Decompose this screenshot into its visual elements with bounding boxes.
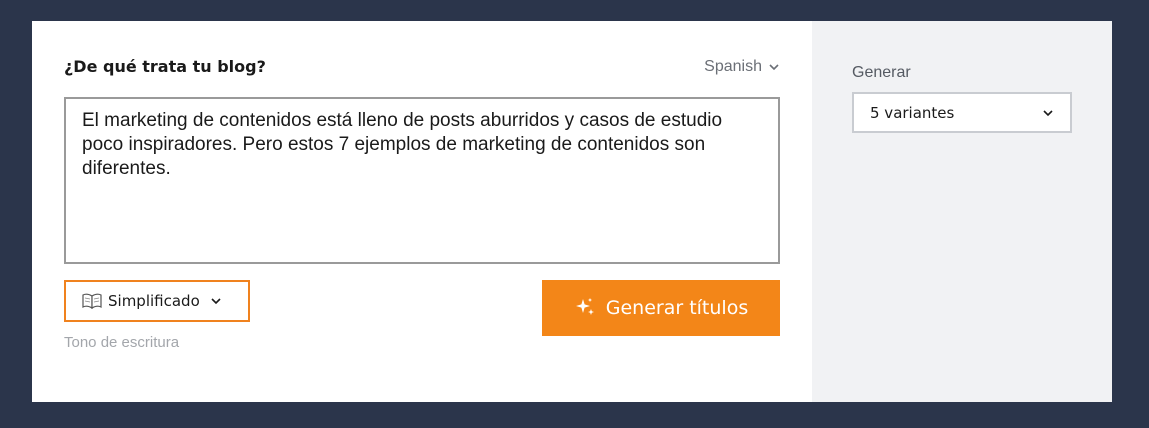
sidebar-panel: Generar 5 variantes	[812, 21, 1112, 402]
generate-titles-label: Generar títulos	[605, 297, 749, 319]
variants-value: 5 variantes	[870, 103, 955, 122]
sparkles-icon	[574, 297, 596, 319]
blog-topic-question: ¿De qué trata tu blog?	[64, 57, 266, 76]
chevron-down-icon	[768, 61, 780, 73]
blog-topic-input[interactable]: El marketing de contenidos está lleno de…	[64, 97, 780, 264]
variants-select[interactable]: 5 variantes	[852, 92, 1072, 133]
tone-selector[interactable]: Simplificado	[64, 280, 250, 322]
generate-titles-button[interactable]: Generar títulos	[542, 280, 780, 336]
language-value: Spanish	[704, 58, 762, 75]
main-panel: ¿De qué trata tu blog? Spanish El market…	[32, 21, 812, 402]
tone-value: Simplificado	[108, 292, 200, 310]
chevron-down-icon	[1042, 107, 1054, 119]
title-generator-card: ¿De qué trata tu blog? Spanish El market…	[32, 21, 1112, 402]
book-icon	[82, 293, 102, 309]
tone-label: Tono de escritura	[64, 334, 180, 351]
language-selector[interactable]: Spanish	[704, 58, 780, 76]
chevron-down-icon	[210, 295, 222, 307]
generate-label: Generar	[852, 64, 911, 81]
